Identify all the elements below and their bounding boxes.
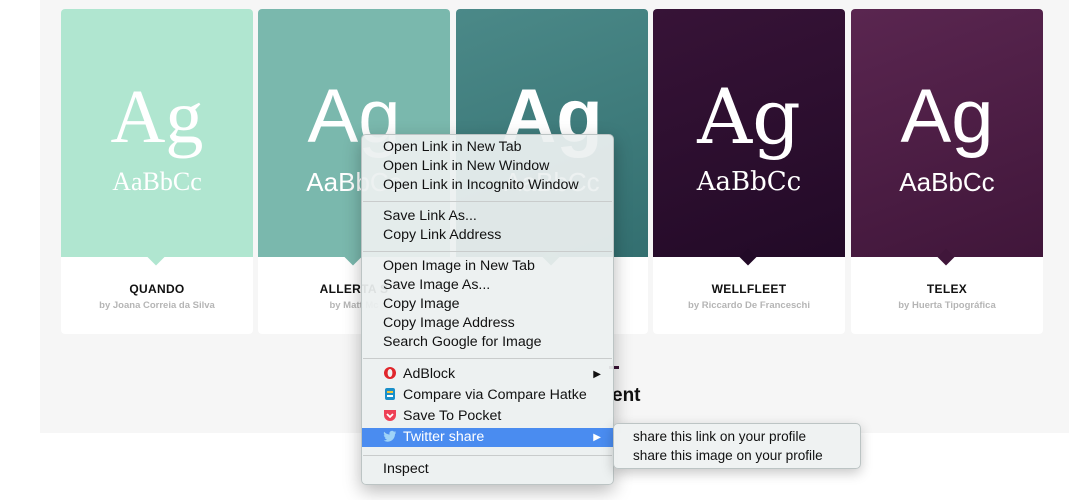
opera-icon [383, 366, 397, 380]
font-author: by Joana Correia da Silva [99, 300, 215, 311]
glyph-sample: AaBbCc [112, 167, 202, 196]
submenu-share-link[interactable]: share this link on your profile [633, 427, 806, 446]
menu-adblock[interactable]: AdBlock ▶ [362, 365, 613, 384]
menu-open-link-new-tab[interactable]: Open Link in New Tab [362, 138, 613, 157]
menu-save-link-as[interactable]: Save Link As... [362, 207, 613, 226]
menu-open-image-new-tab[interactable]: Open Image in New Tab [362, 257, 613, 276]
menu-compare-hatke-label: Compare via Compare Hatke [403, 387, 587, 403]
font-name: TELEX [926, 282, 968, 296]
menu-separator [363, 358, 612, 359]
font-name: WELLFLEET [711, 282, 787, 296]
twitter-bird-icon [383, 429, 397, 443]
menu-save-image-as[interactable]: Save Image As... [362, 276, 613, 295]
pocket-icon [383, 408, 397, 422]
glyph-ag: Ag [900, 74, 994, 159]
font-author: by Riccardo De Franceschi [688, 300, 810, 311]
submenu-arrow-icon: ▶ [593, 369, 601, 380]
menu-copy-image[interactable]: Copy Image [362, 295, 613, 314]
twitter-submenu: share this link on your profile share th… [613, 423, 861, 469]
glyph-ag: Ag [697, 72, 801, 161]
menu-separator [363, 251, 612, 252]
menu-save-to-pocket[interactable]: Save To Pocket [362, 407, 613, 426]
menu-open-link-new-window[interactable]: Open Link in New Window [362, 157, 613, 176]
menu-inspect[interactable]: Inspect [362, 460, 613, 479]
menu-separator [363, 455, 612, 456]
compare-hatke-icon [383, 387, 397, 401]
glyph-ag: Ag [110, 75, 204, 159]
menu-compare-hatke[interactable]: Compare via Compare Hatke [362, 386, 613, 405]
font-card-quando[interactable]: Ag AaBbCc QUANDO by Joana Correia da Sil… [61, 9, 253, 334]
font-name: QUANDO [129, 282, 185, 296]
menu-twitter-share-label: Twitter share [403, 429, 485, 445]
glyph-sample: AaBbCc [899, 167, 995, 197]
menu-open-link-incognito[interactable]: Open Link in Incognito Window [362, 176, 613, 195]
submenu-arrow-icon: ▶ [593, 432, 601, 443]
font-author: by Huerta Tipográfica [898, 300, 996, 311]
glyph-sample: AaBbCc [696, 167, 802, 197]
menu-separator [363, 201, 612, 202]
section-heading: ent [612, 385, 641, 406]
submenu-share-image[interactable]: share this image on your profile [633, 446, 823, 465]
menu-copy-image-address[interactable]: Copy Image Address [362, 314, 613, 333]
menu-twitter-share[interactable]: Twitter share ▶ [362, 428, 613, 447]
menu-search-google-image[interactable]: Search Google for Image [362, 333, 613, 352]
context-menu: Open Link in New Tab Open Link in New Wi… [361, 134, 614, 485]
font-card-wellfleet[interactable]: Ag AaBbCc WELLFLEET by Riccardo De Franc… [653, 9, 845, 334]
font-card-telex[interactable]: Ag AaBbCc TELEX by Huerta Tipográfica [851, 9, 1043, 334]
menu-copy-link-address[interactable]: Copy Link Address [362, 226, 613, 245]
menu-adblock-label: AdBlock [403, 366, 456, 382]
menu-save-to-pocket-label: Save To Pocket [403, 408, 502, 424]
